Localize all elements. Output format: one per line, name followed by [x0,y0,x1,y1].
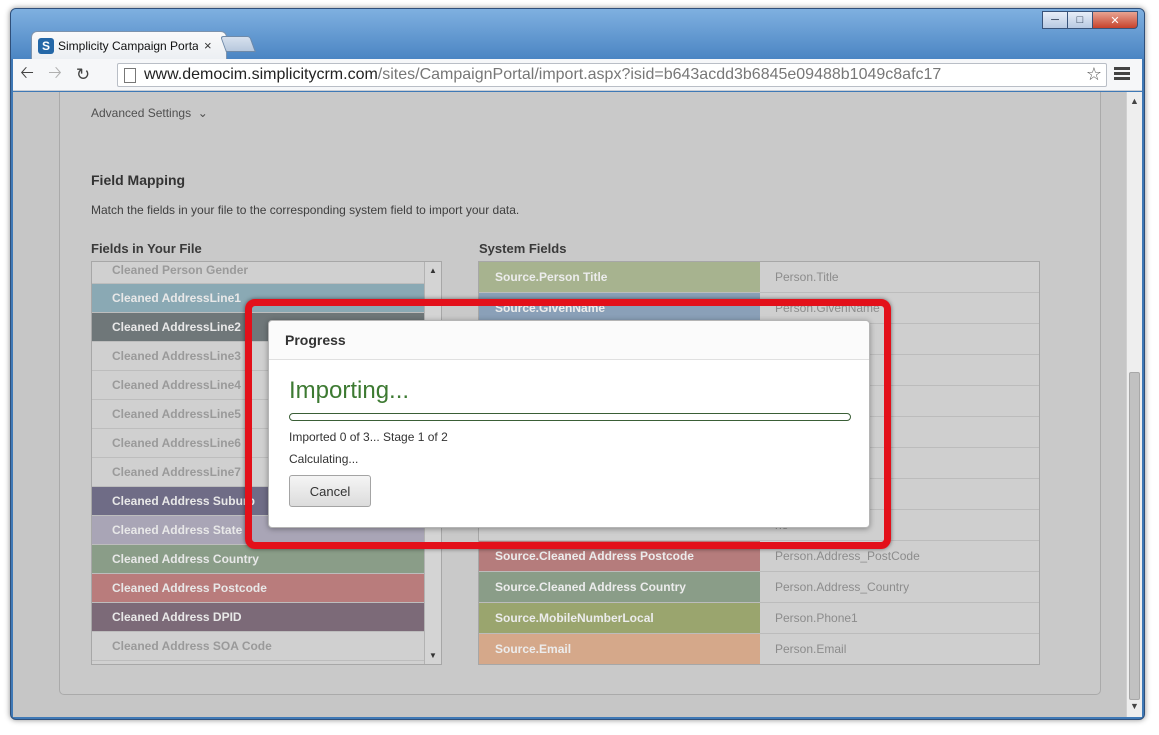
window-controls: ─ □ ✕ [1042,11,1138,29]
url-host: www.democim.simplicitycrm.com [144,66,378,83]
browser-tab[interactable]: S Simplicity Campaign Portal × [31,31,227,59]
file-fields-heading: Fields in Your File [91,241,202,256]
dialog-title: Progress [269,321,869,360]
tab-title: Simplicity Campaign Portal [58,38,198,53]
field-mapping-description: Match the fields in your file to the cor… [91,203,520,217]
url-path: /sites/CampaignPortal/import.aspx?isid=b… [377,66,942,83]
close-window-icon[interactable]: ✕ [1092,11,1138,29]
cancel-button[interactable]: Cancel [289,475,371,507]
file-field-item[interactable]: Cleaned Address Postcode [92,574,424,603]
scroll-up-icon[interactable]: ▲ [429,266,437,275]
source-field-cell[interactable]: Source.Person Title [479,262,760,292]
arrow-left-icon[interactable]: 🡠 [13,63,41,87]
reload-icon[interactable]: ↻ [69,63,97,87]
arrow-right-icon[interactable]: 🡢 [41,63,69,87]
system-field-row: Source.Email Person.Email [479,634,1039,664]
progress-status: Imported 0 of 3... Stage 1 of 2 [289,430,448,444]
source-field-cell[interactable]: Source.Cleaned Address Country [479,572,760,602]
maximize-icon[interactable]: □ [1067,11,1093,29]
target-field-cell: Person.Email [775,642,847,656]
star-icon[interactable]: ☆ [1086,64,1102,85]
address-bar[interactable]: www.democim.simplicitycrm.com/sites/Camp… [117,63,1107,87]
source-field-cell[interactable]: Source.Email [479,634,760,664]
target-field-cell: Person.Phone1 [775,611,858,625]
advanced-settings-toggle[interactable]: Advanced Settings ⌄ [91,106,208,120]
system-field-row: Source.MobileNumberLocal Person.Phone1 [479,603,1039,634]
file-field-item[interactable]: Cleaned Person Gender [92,262,424,284]
importing-heading: Importing... [289,377,410,404]
scroll-down-icon[interactable]: ▼ [1130,701,1139,711]
file-field-item[interactable]: Cleaned Address SOA Code [92,632,424,661]
system-fields-heading: System Fields [479,241,567,256]
browser-toolbar: 🡠 🡢 ↻ www.democim.simplicitycrm.com/site… [13,59,1142,91]
file-field-item[interactable]: Cleaned Address DPID [92,603,424,632]
system-field-row: Source.Person Title Person.Title [479,262,1039,293]
scroll-thumb[interactable] [1129,372,1140,700]
scroll-up-icon[interactable]: ▲ [1130,96,1139,106]
hamburger-menu-icon[interactable] [1114,67,1130,82]
target-field-cell: Person.Title [775,270,839,284]
title-bar: ─ □ ✕ S Simplicity Campaign Portal × [11,9,1144,59]
progress-bar [289,413,851,421]
target-field-cell: Person.Address_Country [775,580,910,594]
field-mapping-title: Field Mapping [91,172,186,188]
progress-dialog: Progress Importing... Imported 0 of 3...… [268,320,870,528]
chevron-down-icon: ⌄ [194,106,208,120]
advanced-settings-label: Advanced Settings [91,106,192,120]
minimize-icon[interactable]: ─ [1042,11,1068,29]
file-field-item[interactable]: Cleaned Address Country [92,545,424,574]
system-field-row: Source.Cleaned Address Country Person.Add… [479,572,1039,603]
page-icon [124,67,136,83]
scroll-down-icon[interactable]: ▼ [429,651,437,660]
new-tab-button[interactable] [220,36,256,52]
page-scrollbar[interactable]: ▲ ▼ [1126,92,1142,717]
favicon-icon: S [38,37,54,54]
source-field-cell[interactable]: Source.MobileNumberLocal [479,603,760,633]
progress-sub-status: Calculating... [289,452,359,466]
tab-close-icon[interactable]: × [204,38,212,53]
